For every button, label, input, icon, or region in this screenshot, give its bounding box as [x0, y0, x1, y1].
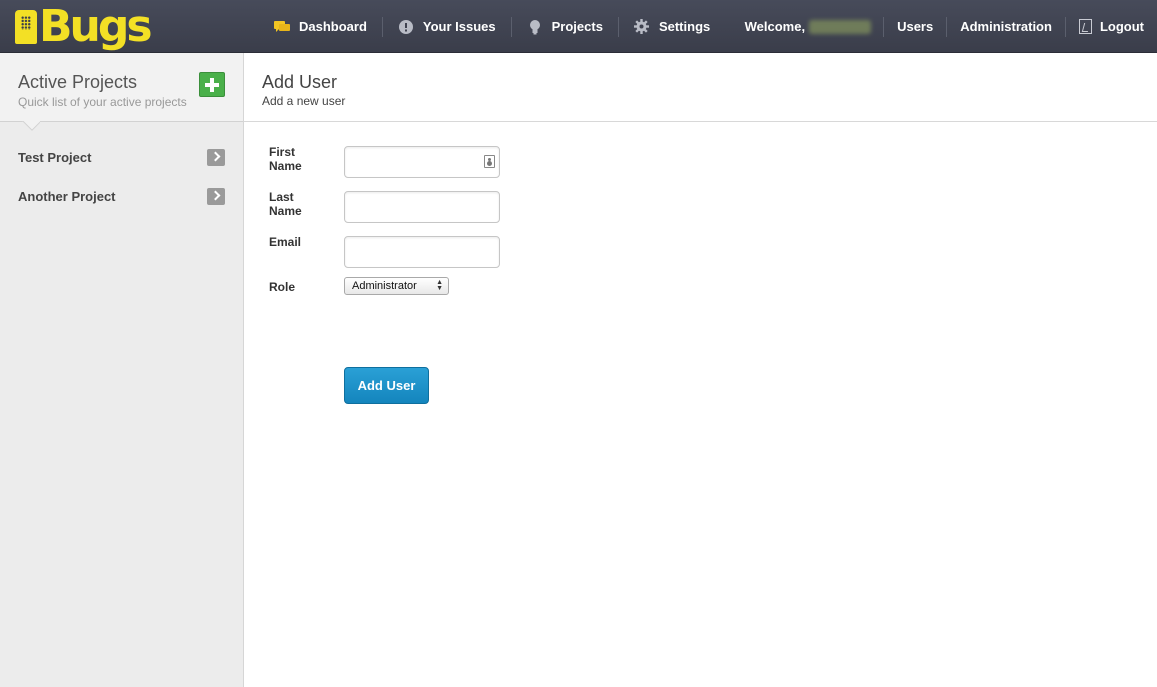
- users-link-label: Users: [897, 19, 934, 34]
- bugs-logo[interactable]: Bugs: [15, 1, 153, 52]
- page-header: Add User Add a new user: [244, 53, 1157, 122]
- sidebar-item-another-project[interactable]: Another Project: [0, 177, 243, 216]
- role-select-value: Administrator: [352, 280, 417, 292]
- logout-link[interactable]: Logout: [1064, 16, 1144, 37]
- first-name-field[interactable]: [344, 146, 500, 178]
- project-label: Test Project: [18, 150, 92, 165]
- logout-link-label: Logout: [1099, 19, 1144, 34]
- flyswatter-icon: [15, 10, 37, 44]
- role-label: Role: [269, 280, 296, 294]
- gear-icon: [634, 19, 650, 35]
- chevron-right-icon[interactable]: [207, 149, 225, 166]
- chat-bubble-icon: [274, 19, 290, 35]
- project-label: Another Project: [18, 189, 116, 204]
- main-content: Add User Add a new user First Name Last …: [244, 53, 1157, 687]
- nav-projects-label: Projects: [551, 19, 603, 34]
- nav-dashboard[interactable]: Dashboard: [272, 17, 382, 37]
- welcome-message: Welcome,: [745, 19, 883, 34]
- users-link[interactable]: Users: [883, 16, 946, 37]
- logo-text: Bugs: [39, 1, 153, 52]
- sidebar-item-test-project[interactable]: Test Project: [0, 138, 243, 177]
- nav-settings[interactable]: Settings: [617, 16, 725, 37]
- lightbulb-icon: [527, 19, 543, 35]
- project-list: Test Project Another Project: [0, 122, 243, 216]
- add-user-button[interactable]: Add User: [344, 367, 429, 404]
- nav-your-issues-label: Your Issues: [422, 19, 496, 34]
- page-subtitle: Add a new user: [262, 94, 346, 108]
- last-name-label: Last Name: [269, 190, 302, 218]
- contact-card-icon[interactable]: [484, 155, 495, 168]
- user-nav: Welcome, Users Administration Logout: [745, 0, 1144, 53]
- email-field[interactable]: [344, 236, 500, 268]
- nav-your-issues[interactable]: Your Issues: [381, 16, 511, 37]
- exclamation-icon: [398, 19, 414, 35]
- sidebar-header: Active Projects Quick list of your activ…: [0, 53, 243, 122]
- nav-projects[interactable]: Projects: [510, 16, 618, 37]
- first-name-label: First Name: [269, 145, 302, 173]
- last-name-field[interactable]: [344, 191, 500, 223]
- sidebar-subtitle: Quick list of your active projects: [18, 95, 187, 109]
- sidebar: Active Projects Quick list of your activ…: [0, 53, 244, 687]
- page-title: Add User: [262, 72, 338, 92]
- header-pointer: [22, 121, 40, 131]
- sidebar-title: Active Projects: [18, 72, 138, 92]
- nav-settings-label: Settings: [658, 19, 711, 34]
- chevron-right-icon[interactable]: [207, 188, 225, 205]
- top-navbar: Bugs Dashboard Your Issues Projects Sett…: [0, 0, 1157, 53]
- redacted-username: [809, 19, 872, 34]
- main-nav: Dashboard Your Issues Projects Settings: [272, 0, 725, 53]
- administration-link[interactable]: Administration: [946, 16, 1065, 37]
- email-label: Email: [269, 235, 302, 249]
- administration-link-label: Administration: [960, 19, 1052, 34]
- add-project-button[interactable]: [199, 72, 225, 97]
- updown-caret-icon: ▲ ▼: [436, 279, 443, 292]
- welcome-label: Welcome,: [744, 19, 806, 34]
- role-select[interactable]: Administrator ▲ ▼: [344, 277, 449, 295]
- nav-dashboard-label: Dashboard: [299, 19, 367, 34]
- exit-door-icon: [1078, 19, 1092, 34]
